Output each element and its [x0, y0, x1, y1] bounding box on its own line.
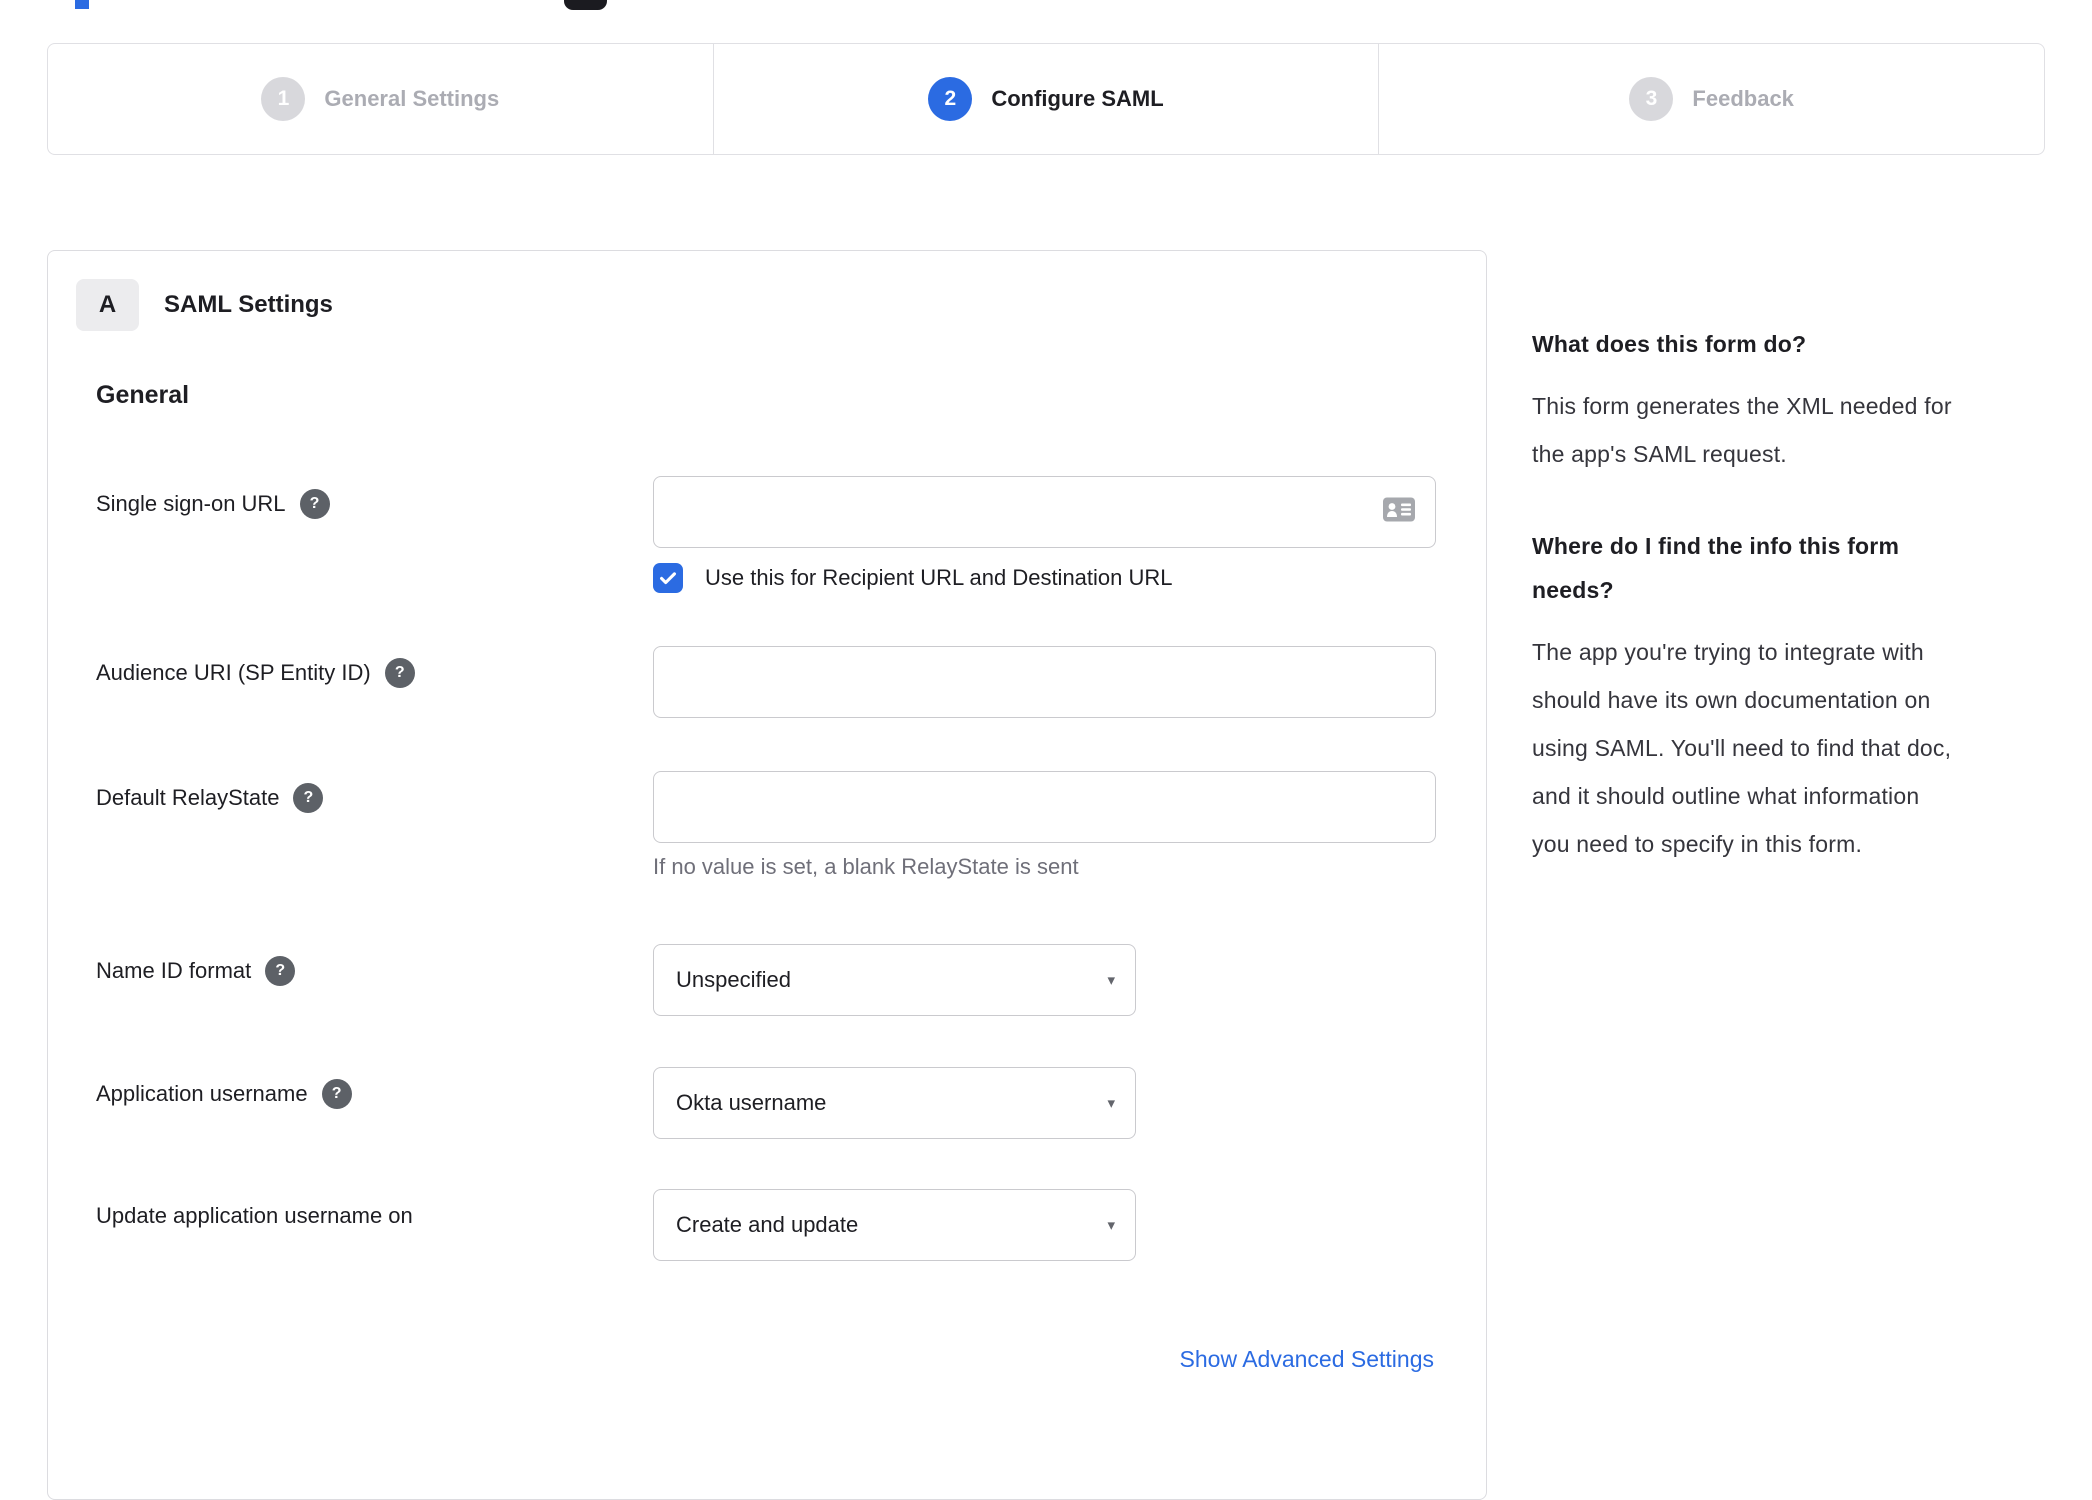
relaystate-input[interactable]: [653, 771, 1436, 843]
chevron-down-icon: ▾: [1107, 1217, 1115, 1234]
name-id-format-label-row: Name ID format ?: [96, 956, 296, 986]
step-general-settings[interactable]: 1 General Settings: [48, 44, 713, 154]
sso-url-label-row: Single sign-on URL ?: [96, 489, 330, 519]
update-username-label-row: Update application username on: [96, 1201, 413, 1231]
cutoff-blue-mark: [75, 0, 89, 9]
help-sidebar: What does this form do? This form genera…: [1532, 322, 1962, 868]
help-body: The app you're trying to integrate with …: [1532, 639, 1952, 857]
sso-url-input-wrap: [653, 476, 1436, 548]
contact-card-icon[interactable]: [1382, 497, 1416, 528]
update-username-value: Create and update: [676, 1212, 859, 1237]
cutoff-dark-tab: [564, 0, 607, 10]
step-feedback[interactable]: 3 Feedback: [1378, 44, 2044, 154]
step-number-badge: 1: [261, 77, 306, 121]
help-icon[interactable]: ?: [321, 1079, 352, 1109]
show-advanced-settings-link[interactable]: Show Advanced Settings: [1180, 1346, 1434, 1373]
step-label: Configure SAML: [991, 86, 1164, 111]
help-section-what: What does this form do? This form genera…: [1532, 322, 1962, 478]
step-label: Feedback: [1692, 86, 1794, 111]
relaystate-label-row: Default RelayState ?: [96, 783, 324, 813]
name-id-format-label: Name ID format: [96, 958, 252, 983]
help-icon[interactable]: ?: [293, 783, 324, 813]
name-id-format-select[interactable]: Unspecified ▾: [653, 944, 1136, 1016]
help-icon[interactable]: ?: [384, 658, 415, 688]
app-username-label: Application username: [96, 1081, 308, 1106]
recipient-url-checkbox[interactable]: [653, 563, 683, 593]
help-section-where: Where do I find the info this form needs…: [1532, 524, 1962, 868]
app-username-label-row: Application username ?: [96, 1079, 352, 1109]
help-heading: What does this form do?: [1532, 331, 1807, 357]
chevron-down-icon: ▾: [1107, 972, 1115, 989]
step-label: General Settings: [324, 86, 500, 111]
name-id-format-value: Unspecified: [676, 967, 791, 992]
help-heading: Where do I find the info this form needs…: [1532, 533, 1900, 603]
wizard-stepper: 1 General Settings 2 Configure SAML 3 Fe…: [47, 43, 2045, 155]
chevron-down-icon: ▾: [1107, 1095, 1115, 1112]
audience-uri-label: Audience URI (SP Entity ID): [96, 660, 371, 685]
update-username-label: Update application username on: [96, 1203, 413, 1228]
update-username-select[interactable]: Create and update ▾: [653, 1189, 1136, 1261]
sso-url-label: Single sign-on URL: [96, 491, 286, 516]
general-section-heading: General: [96, 381, 190, 409]
sso-url-input[interactable]: [653, 476, 1436, 548]
app-username-select[interactable]: Okta username ▾: [653, 1067, 1136, 1139]
section-a-badge: A: [76, 279, 139, 331]
step-configure-saml[interactable]: 2 Configure SAML: [712, 44, 1379, 154]
help-icon[interactable]: ?: [265, 956, 296, 986]
step-number-badge: 2: [928, 77, 973, 121]
help-body: This form generates the XML needed for t…: [1532, 393, 1952, 467]
help-icon[interactable]: ?: [299, 489, 330, 519]
recipient-url-checkbox-label[interactable]: Use this for Recipient URL and Destinati…: [705, 565, 1173, 591]
audience-uri-label-row: Audience URI (SP Entity ID) ?: [96, 658, 415, 688]
relaystate-label: Default RelayState: [96, 785, 280, 810]
audience-uri-input[interactable]: [653, 646, 1436, 718]
step-number-badge: 3: [1629, 77, 1674, 121]
relaystate-helper-text: If no value is set, a blank RelayState i…: [653, 854, 1079, 879]
app-username-value: Okta username: [676, 1090, 827, 1115]
panel-title: SAML Settings: [164, 291, 333, 318]
saml-settings-panel: A SAML Settings General Single sign-on U…: [47, 250, 1487, 1500]
check-icon: [660, 572, 676, 585]
